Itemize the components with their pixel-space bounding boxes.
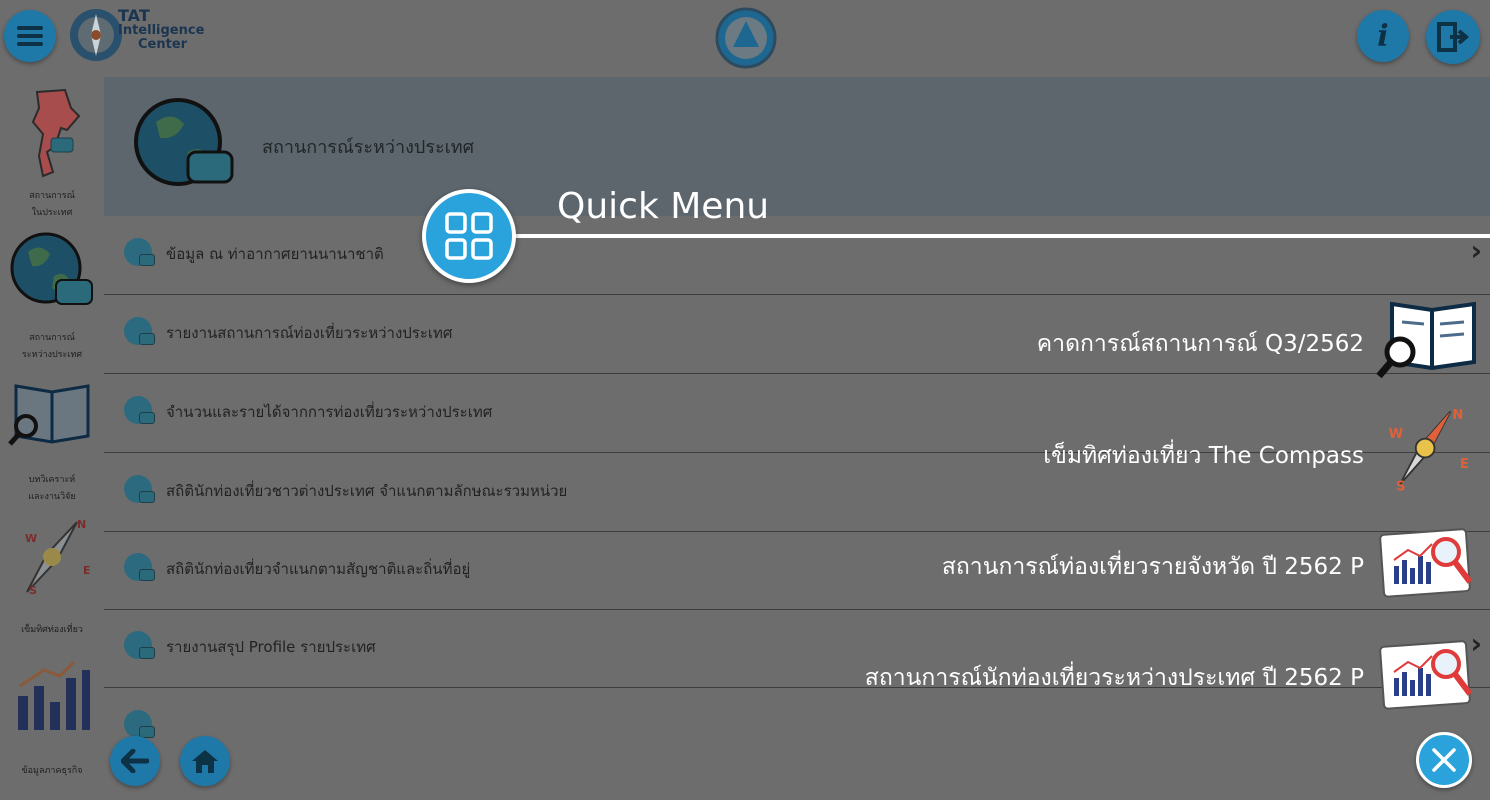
sidebar-label-business: ข้อมูลภาคธุรกิจ [0, 763, 104, 780]
bar-chart-icon [18, 660, 90, 730]
arrow-left-icon [121, 749, 149, 773]
svg-text:W: W [25, 532, 37, 545]
quick-menu-button[interactable] [422, 189, 516, 283]
svg-text:E: E [1460, 457, 1469, 472]
quick-menu-item-compass[interactable]: เข็มทิศท่องเที่ยว The Compass [1043, 438, 1364, 474]
globe-chat-icon [10, 232, 93, 305]
sidebar-label-research: บทวิเคราะห์ และงานวิจัย [0, 472, 104, 506]
sidebar-item-domestic[interactable] [0, 86, 104, 186]
section-title: สถานการณ์ระหว่างประเทศ [262, 137, 475, 158]
logout-button[interactable] [1426, 10, 1480, 64]
sidebar-label-research-line1: บทวิเคราะห์ [28, 475, 76, 485]
hamburger-menu-button[interactable] [4, 10, 56, 62]
logo-line2: Intelligence [118, 23, 205, 38]
list-item-label: สถิตินักท่องเที่ยวจำแนกตามสัญชาติและถิ่น… [166, 560, 471, 578]
book-magnifier-icon [8, 384, 90, 446]
sidebar-item-international[interactable] [0, 228, 104, 318]
sidebar-label-compass-line1: เข็มทิศท่องเที่ยว [21, 625, 83, 635]
sidebar-label-research-line2: และงานวิจัย [28, 492, 76, 502]
home-icon [192, 750, 218, 773]
globe-chat-icon [124, 238, 155, 266]
list-item-label: สถิตินักท่องเที่ยวชาวต่างประเทศ จำแนกตาม… [166, 482, 568, 500]
compass-icon: W N E S [25, 518, 91, 597]
logo-line1: TAT [118, 6, 150, 25]
logo-text: TAT Intelligence Center [118, 8, 204, 52]
report-chart-icon[interactable] [1374, 520, 1480, 610]
report-chart-icon[interactable] [1374, 632, 1480, 722]
home-button[interactable] [180, 736, 230, 786]
globe-chat-icon [124, 396, 155, 424]
close-quick-menu-button[interactable] [1416, 732, 1472, 788]
chevron-right-icon: › [1470, 234, 1482, 267]
globe-chat-icon [134, 98, 234, 186]
globe-chat-icon [124, 710, 155, 738]
svg-text:E: E [83, 564, 91, 577]
sidebar-item-business[interactable] [0, 656, 104, 746]
svg-text:S: S [29, 584, 37, 597]
sidebar-item-compass[interactable]: W N E S [0, 516, 104, 606]
sidebar-label-domestic-line2: ในประเทศ [31, 208, 73, 218]
globe-chat-icon [124, 317, 155, 345]
logo-line3: Center [138, 37, 188, 52]
quick-menu-divider [470, 234, 1490, 238]
svg-text:S: S [1396, 479, 1405, 494]
list-item-label: รายงานสถานการณ์ท่องเที่ยวระหว่างประเทศ [166, 324, 453, 342]
sidebar-label-domestic: สถานการณ์ ในประเทศ [0, 188, 104, 222]
list-item-label: จำนวนและรายได้จากการท่องเที่ยวระหว่างประ… [166, 403, 493, 421]
globe-chat-icon [124, 475, 155, 503]
globe-chat-icon [124, 553, 155, 581]
list-item-label: ข้อมูล ณ ท่าอากาศยานนานาชาติ [166, 245, 384, 263]
list-item-label: รายงานสรุป Profile รายประเทศ [166, 638, 376, 656]
grid-icon [445, 212, 493, 260]
sidebar-label-domestic-line1: สถานการณ์ [29, 191, 75, 201]
info-icon: i [1377, 18, 1389, 54]
sidebar-label-international-line2: ระหว่างประเทศ [21, 350, 83, 360]
logo-emblem-icon [70, 9, 122, 61]
sidebar-label-international: สถานการณ์ ระหว่างประเทศ [0, 330, 104, 364]
close-icon [1432, 748, 1456, 772]
sidebar-item-research[interactable] [0, 380, 104, 470]
quick-menu-item-province[interactable]: สถานการณ์ท่องเที่ยวรายจังหวัด ปี 2562 P [942, 549, 1364, 585]
sidebar-label-international-line1: สถานการณ์ [29, 333, 75, 343]
book-magnifier-icon[interactable] [1374, 296, 1480, 386]
quick-menu-item-forecast[interactable]: คาดการณ์สถานการณ์ Q3/2562 [1037, 326, 1364, 362]
sidebar-label-compass: เข็มทิศท่องเที่ยว [0, 622, 104, 639]
hamburger-icon [17, 26, 43, 46]
svg-text:N: N [1452, 408, 1463, 423]
thailand-map-icon [31, 88, 81, 178]
back-button[interactable] [110, 736, 160, 786]
quick-menu-title: Quick Menu [557, 186, 770, 227]
svg-text:N: N [77, 518, 86, 531]
list-item[interactable] [104, 688, 1490, 766]
info-button[interactable]: i [1357, 10, 1409, 62]
tat-seal-icon [715, 7, 777, 69]
globe-chat-icon [124, 631, 155, 659]
list-item[interactable]: ข้อมูล ณ ท่าอากาศยานนานาชาติ › [104, 216, 1490, 295]
compass-icon[interactable]: W N E S [1374, 404, 1480, 494]
exit-door-icon [1437, 22, 1470, 52]
svg-text:W: W [1389, 427, 1404, 442]
sidebar-label-business-line1: ข้อมูลภาคธุรกิจ [21, 766, 83, 776]
quick-menu-item-international[interactable]: สถานการณ์นักท่องเที่ยวระหว่างประเทศ ปี 2… [865, 660, 1364, 696]
